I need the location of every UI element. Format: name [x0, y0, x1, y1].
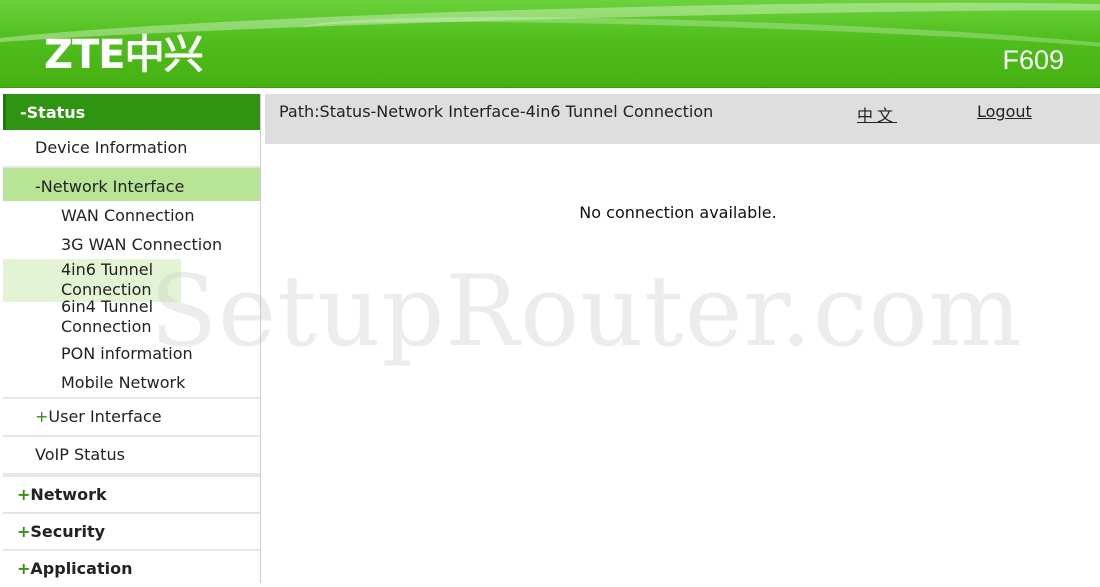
expand-plus-icon: +: [17, 522, 31, 541]
expand-plus-icon: +: [17, 559, 31, 578]
sidebar-item-security[interactable]: +Security: [3, 512, 260, 549]
header-banner: ZTE中兴 F609: [0, 0, 1100, 88]
expand-plus-icon: +: [35, 407, 49, 426]
sidebar-item-user-interface[interactable]: +User Interface: [3, 399, 260, 437]
model-name: F609: [1002, 45, 1064, 75]
sidebar-item-mobile-network[interactable]: Mobile Network: [3, 368, 260, 399]
breadcrumb: Path:Status-Network Interface-4in6 Tunne…: [279, 102, 714, 121]
sidebar-item-application[interactable]: +Application: [3, 549, 260, 586]
logout-link[interactable]: Logout: [977, 102, 1032, 121]
zte-logo: ZTE中兴: [44, 32, 204, 78]
path-bar: Path:Status-Network Interface-4in6 Tunne…: [265, 94, 1100, 144]
status-message: No connection available.: [579, 203, 777, 222]
sidebar-item-label: Application: [30, 559, 133, 578]
sidebar-item-label: User Interface: [48, 407, 162, 426]
sidebar-item-device-information[interactable]: Device Information: [3, 130, 260, 168]
watermark: SetupRouter.com: [150, 255, 1023, 369]
sidebar-item-status[interactable]: -Status: [3, 94, 260, 130]
sidebar-item-network-interface[interactable]: -Network Interface: [3, 168, 260, 201]
expand-plus-icon: +: [17, 485, 31, 504]
sidebar-item-voip-status[interactable]: VoIP Status: [3, 437, 260, 475]
sidebar-item-label: Security: [30, 522, 106, 541]
sidebar-item-wan-connection[interactable]: WAN Connection: [3, 201, 260, 230]
sidebar-item-label: Network: [30, 485, 107, 504]
sidebar-item-network[interactable]: +Network: [3, 475, 260, 512]
language-switch-link[interactable]: 中文: [857, 102, 897, 126]
